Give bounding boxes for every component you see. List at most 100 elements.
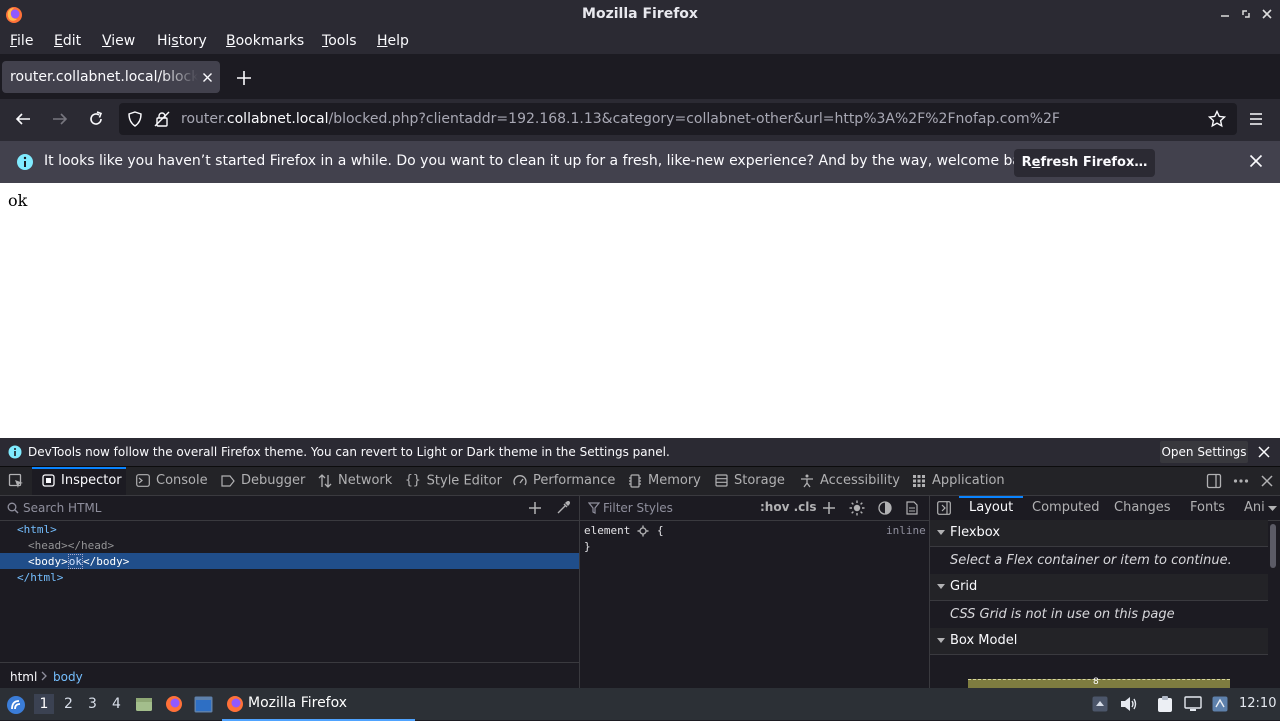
rule-gear-icon[interactable] bbox=[637, 525, 649, 537]
maximize-icon[interactable] bbox=[1239, 7, 1253, 21]
box-model-section-header[interactable]: Box Model bbox=[930, 628, 1268, 655]
sidebar-tabs: Layout Computed Changes Fonts Ani bbox=[930, 496, 1280, 521]
flexbox-section-header[interactable]: Flexbox bbox=[930, 520, 1268, 547]
insecure-lock-icon[interactable] bbox=[154, 111, 170, 127]
sidebar-scrollbar[interactable] bbox=[1270, 524, 1276, 568]
tab-performance[interactable]: Performance bbox=[513, 467, 615, 495]
dark-scheme-contrast-icon[interactable] bbox=[878, 501, 892, 515]
tab-storage[interactable]: Storage bbox=[715, 467, 785, 495]
chevron-down-icon[interactable] bbox=[1268, 506, 1277, 512]
storage-icon bbox=[715, 474, 728, 487]
tab-computed[interactable]: Computed bbox=[1032, 496, 1100, 520]
close-devtools-icon[interactable] bbox=[1261, 475, 1273, 487]
forward-arrow-icon[interactable] bbox=[52, 111, 68, 127]
rule-source[interactable]: inline bbox=[886, 524, 926, 537]
light-scheme-sun-icon[interactable] bbox=[849, 500, 865, 516]
triangle-down-icon bbox=[937, 530, 945, 536]
volume-icon[interactable] bbox=[1120, 696, 1138, 712]
hov-cls-toggle[interactable]: :hov .cls bbox=[760, 500, 817, 514]
close-notice-icon[interactable] bbox=[1258, 446, 1270, 458]
more-options-icon[interactable] bbox=[1233, 473, 1249, 489]
grid-section-header[interactable]: Grid bbox=[930, 574, 1268, 601]
breadcrumb-body[interactable]: body bbox=[53, 670, 83, 684]
battery-power-icon[interactable] bbox=[1212, 696, 1228, 712]
tab-network[interactable]: Network bbox=[318, 467, 392, 495]
menu-tools[interactable]: Tools bbox=[322, 33, 357, 49]
menu-history[interactable]: History bbox=[157, 33, 207, 49]
add-rule-plus-icon[interactable] bbox=[822, 501, 836, 515]
rule-selector[interactable]: element bbox=[584, 524, 630, 537]
dock-side-icon[interactable] bbox=[1206, 473, 1222, 489]
tab-router-blocked[interactable]: router.collabnet.local/blocked.php bbox=[2, 61, 220, 93]
firefox-launcher-icon[interactable] bbox=[165, 695, 183, 713]
menu-view[interactable]: View bbox=[102, 33, 135, 49]
application-grid-icon bbox=[912, 474, 926, 488]
node-body-selected[interactable]: <body>ok</body> bbox=[0, 553, 579, 569]
taskbar: 1 2 3 4 Mozilla Firefox 12:10 bbox=[0, 688, 1280, 721]
info-icon bbox=[16, 153, 34, 171]
file-manager-icon[interactable] bbox=[135, 695, 153, 713]
search-html-input[interactable]: Search HTML bbox=[23, 501, 101, 515]
rule-brace-open: { bbox=[657, 524, 664, 537]
reload-icon[interactable] bbox=[88, 111, 104, 127]
add-node-plus-icon[interactable] bbox=[528, 501, 542, 515]
start-menu-icon[interactable] bbox=[6, 695, 26, 715]
refresh-firefox-button[interactable]: Refresh Firefox… bbox=[1014, 149, 1155, 177]
url-text[interactable]: router.collabnet.local/blocked.php?clien… bbox=[181, 111, 1060, 127]
tab-layout[interactable]: Layout bbox=[958, 496, 1024, 520]
tab-debugger[interactable]: Debugger bbox=[221, 467, 305, 495]
inspector-icon bbox=[42, 474, 55, 487]
menu-bookmarks[interactable]: Bookmarks bbox=[226, 33, 304, 49]
performance-icon bbox=[513, 474, 527, 488]
taskbar-firefox-window[interactable]: Mozilla Firefox bbox=[222, 689, 415, 721]
open-settings-button[interactable]: Open Settings bbox=[1160, 441, 1248, 463]
hamburger-menu-icon[interactable] bbox=[1248, 111, 1264, 127]
tab-style-editor[interactable]: {} Style Editor bbox=[405, 467, 502, 495]
toggle-pane-icon[interactable] bbox=[937, 501, 951, 515]
window-titlebar: Mozilla Firefox bbox=[0, 0, 1280, 29]
print-simulation-icon[interactable] bbox=[906, 501, 918, 515]
tab-console[interactable]: Console bbox=[136, 467, 208, 495]
style-editor-icon: {} bbox=[405, 473, 421, 488]
eyedropper-icon[interactable] bbox=[556, 501, 570, 515]
back-arrow-icon[interactable] bbox=[15, 111, 31, 127]
tab-title: router.collabnet.local/blocked.php bbox=[10, 69, 198, 85]
url-bar[interactable]: router.collabnet.local/blocked.php?clien… bbox=[119, 103, 1237, 135]
filter-icon bbox=[588, 502, 600, 514]
workspace-3[interactable]: 3 bbox=[88, 696, 97, 712]
tab-accessibility[interactable]: Accessibility bbox=[800, 467, 900, 495]
network-status-icon[interactable] bbox=[1184, 696, 1202, 712]
tab-close-icon[interactable] bbox=[202, 72, 213, 83]
new-tab-plus-icon[interactable] bbox=[236, 70, 252, 86]
node-head[interactable]: <head></head> bbox=[28, 539, 114, 552]
element-picker-icon[interactable] bbox=[8, 473, 24, 489]
bookmark-star-icon[interactable] bbox=[1208, 110, 1226, 128]
workspace-4[interactable]: 4 bbox=[112, 696, 121, 712]
menu-file[interactable]: File bbox=[10, 33, 33, 49]
filter-styles-input[interactable]: Filter Styles bbox=[603, 501, 673, 515]
close-icon[interactable] bbox=[1260, 7, 1274, 21]
tab-memory[interactable]: Memory bbox=[628, 467, 701, 495]
workspace-2[interactable]: 2 bbox=[64, 696, 73, 712]
terminal-icon[interactable] bbox=[194, 696, 213, 713]
tab-animations[interactable]: Ani bbox=[1244, 496, 1265, 520]
close-notification-icon[interactable] bbox=[1249, 154, 1263, 168]
tab-application[interactable]: Application bbox=[912, 467, 1005, 495]
node-html-open[interactable]: <html> bbox=[17, 523, 57, 536]
breadcrumb-html[interactable]: html bbox=[10, 670, 37, 684]
tab-fonts[interactable]: Fonts bbox=[1190, 496, 1225, 520]
workspace-1[interactable]: 1 bbox=[34, 694, 54, 714]
flexbox-message: Select a Flex container or item to conti… bbox=[950, 553, 1232, 568]
menu-help[interactable]: Help bbox=[377, 33, 409, 49]
minimize-icon[interactable] bbox=[1218, 7, 1232, 21]
tray-up-arrow-icon[interactable] bbox=[1092, 696, 1108, 712]
menu-edit[interactable]: Edit bbox=[54, 33, 81, 49]
node-html-close[interactable]: </html> bbox=[17, 571, 63, 584]
tracking-shield-icon[interactable] bbox=[127, 111, 143, 127]
tab-changes[interactable]: Changes bbox=[1114, 496, 1171, 520]
tab-strip: router.collabnet.local/blocked.php bbox=[0, 54, 1280, 99]
clipboard-icon[interactable] bbox=[1157, 695, 1173, 713]
tab-inspector[interactable]: Inspector bbox=[32, 467, 126, 495]
triangle-down-icon bbox=[937, 638, 945, 644]
notification-message: It looks like you haven’t started Firefo… bbox=[44, 153, 1043, 169]
